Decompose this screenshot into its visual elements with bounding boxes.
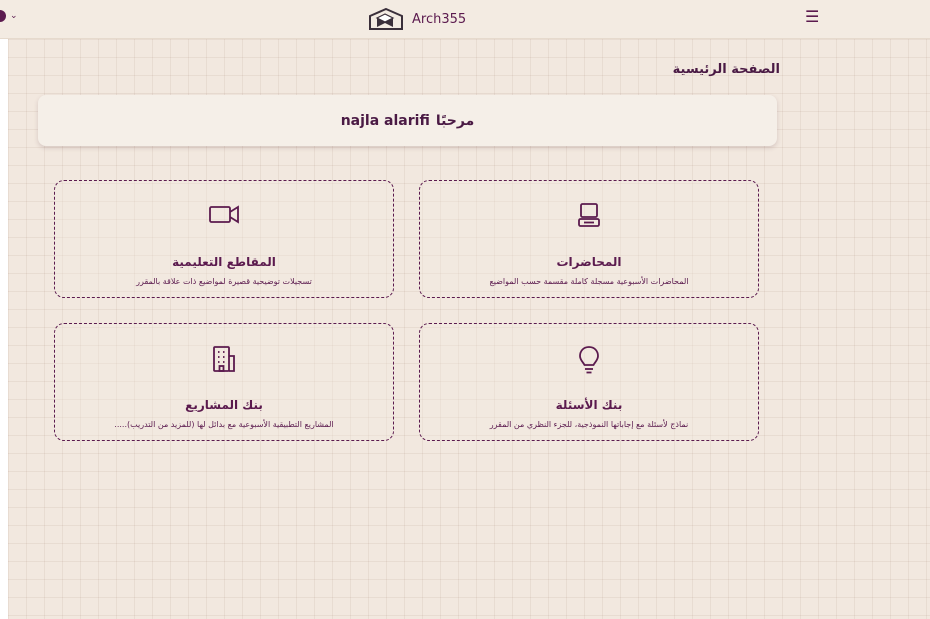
avatar[interactable]	[0, 10, 6, 22]
chevron-down-icon[interactable]: ⌄	[10, 11, 18, 21]
card-title: المقاطع التعليمية	[172, 255, 276, 269]
card-lectures[interactable]: المحاضرات المحاضرات الأسبوعية مسجلة كامل…	[419, 180, 759, 298]
card-projects-bank[interactable]: بنك المشاريع المشاريع التطبيقية الأسبوعي…	[54, 323, 394, 441]
lightbulb-icon	[579, 346, 599, 374]
welcome-banner: najla alarifi مرحبًا	[38, 95, 777, 146]
card-title: بنك المشاريع	[185, 398, 263, 412]
card-description: المحاضرات الأسبوعية مسجلة كاملة مقسمة حس…	[489, 277, 689, 286]
brand-name: Arch355	[412, 11, 467, 27]
card-description: المشاريع التطبيقية الأسبوعية مع بدائل له…	[114, 420, 334, 429]
card-educational-clips[interactable]: المقاطع التعليمية تسجيلات توضيحية قصيرة …	[54, 180, 394, 298]
user-name: najla alarifi	[340, 112, 430, 129]
video-camera-icon	[209, 205, 239, 224]
top-navbar: ⌄ Arch355 ☰	[0, 0, 930, 39]
greeting-text: مرحبًا	[435, 112, 475, 129]
cube-logo-icon	[369, 8, 403, 30]
computer-icon	[578, 203, 600, 227]
hamburger-menu-icon[interactable]: ☰	[805, 8, 819, 26]
brand-logo-link[interactable]: Arch355	[368, 6, 466, 32]
card-description: نماذج لأسئلة مع إجاباتها النموذجية، للجز…	[489, 420, 689, 429]
page-title: الصفحة الرئيسية	[672, 62, 780, 77]
card-title: بنك الأسئلة	[555, 398, 623, 412]
user-menu[interactable]: ⌄	[0, 10, 18, 22]
card-question-bank[interactable]: بنك الأسئلة نماذج لأسئلة مع إجاباتها الن…	[419, 323, 759, 441]
building-icon	[213, 346, 235, 372]
card-description: تسجيلات توضيحية قصيرة لمواضيع ذات علاقة …	[136, 277, 312, 286]
card-title: المحاضرات	[556, 255, 622, 269]
